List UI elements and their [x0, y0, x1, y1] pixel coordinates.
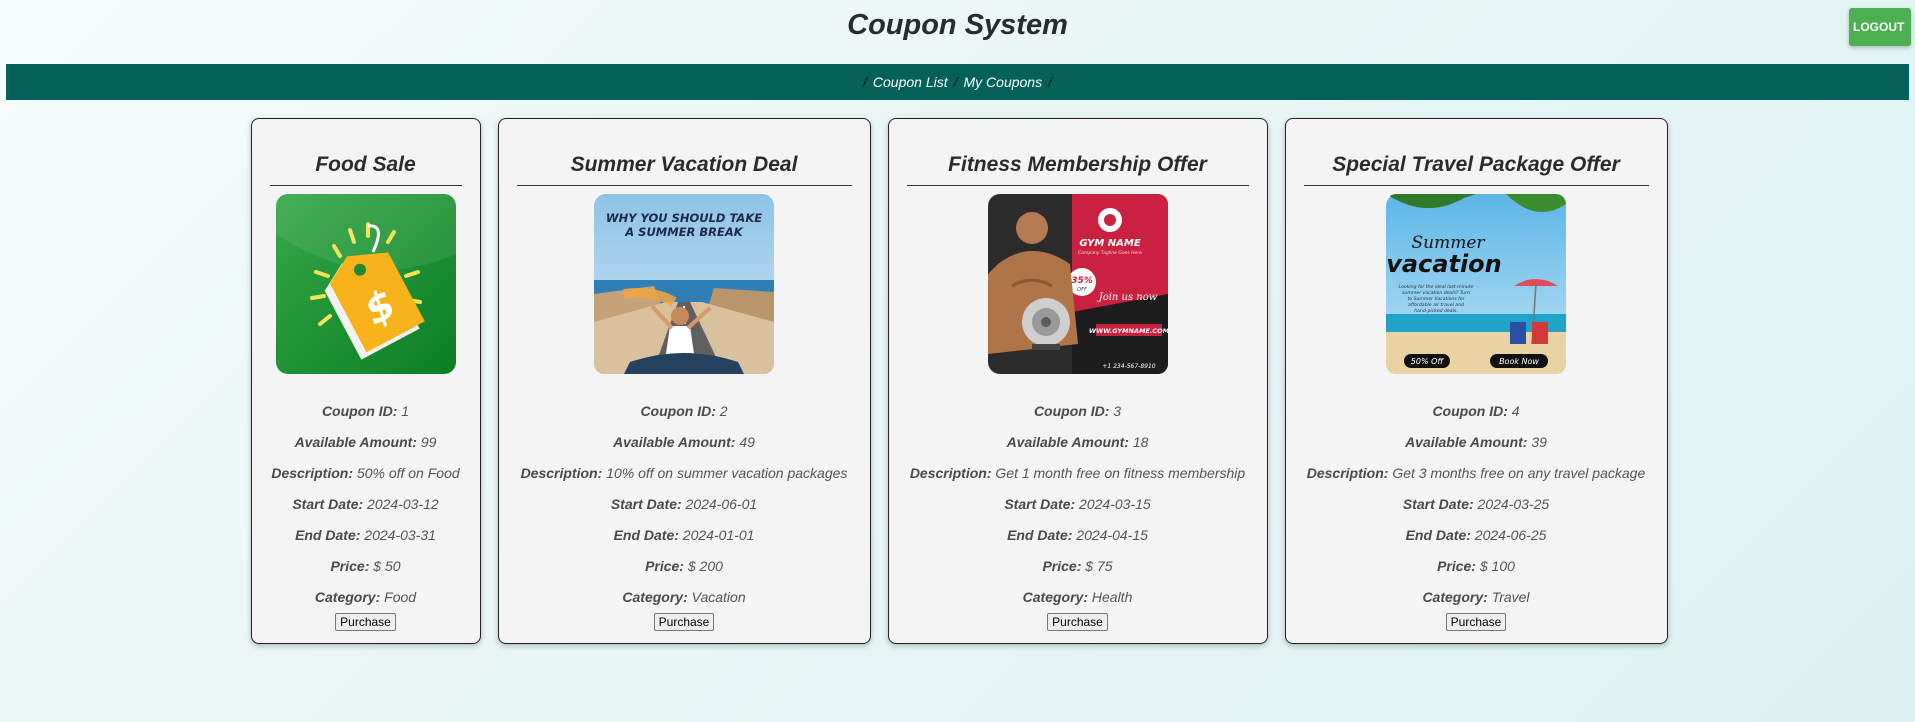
category-value: Health [1091, 589, 1133, 605]
logout-button[interactable]: LOGOUT [1849, 8, 1911, 46]
svg-text:OFF: OFF [1077, 287, 1087, 293]
coupon-card-fitness: Fitness Membership Offer GYM NAME Compan… [887, 118, 1268, 644]
purchase-button[interactable]: Purchase [335, 613, 396, 631]
available-amount-value: 39 [1531, 434, 1547, 450]
nav-separator: / [953, 74, 958, 90]
purchase-button[interactable]: Purchase [1047, 613, 1108, 631]
beach-vacation-flyer: Summer vacation Looking for the ideal la… [1386, 194, 1566, 374]
end-date-value: 2024-04-15 [1076, 527, 1148, 543]
end-date-value: 2024-06-25 [1474, 527, 1547, 543]
svg-text:WWW.GYMNAME.COM: WWW.GYMNAME.COM [1088, 327, 1167, 335]
available-amount-value: 18 [1132, 434, 1149, 450]
nav-link-coupon-list[interactable]: Coupon List [873, 74, 948, 90]
nav-link-my-coupons[interactable]: My Coupons [964, 74, 1043, 90]
svg-text:to Summer Vacations for: to Summer Vacations for [1408, 296, 1466, 302]
svg-text:Join us now: Join us now [1096, 292, 1157, 303]
nav-separator: / [1048, 74, 1052, 90]
price-value: $ 100 [1479, 558, 1515, 574]
start-date-value: 2024-06-01 [685, 496, 758, 512]
svg-text:Looking for the ideal last-min: Looking for the ideal last-minute [1399, 284, 1474, 290]
summer-road-photo: WHY YOU SHOULD TAKE A SUMMER BREAK [594, 194, 774, 374]
category-value: Food [384, 589, 417, 605]
svg-text:GYM NAME: GYM NAME [1079, 238, 1141, 249]
description-value: Get 3 months free on any travel package [1392, 465, 1646, 481]
coupon-list: Food Sale $ Coupon ID: 1 Available Amoun… [0, 118, 1915, 644]
category-value: Vacation [691, 589, 746, 605]
end-date-value: 2024-03-31 [364, 527, 436, 543]
coupon-id-value: 4 [1511, 403, 1520, 419]
navbar: / Coupon List / My Coupons / [6, 64, 1909, 100]
svg-text:hand-picked deals.: hand-picked deals. [1414, 308, 1457, 314]
start-date-value: 2024-03-25 [1477, 496, 1550, 512]
gym-flyer: GYM NAME Company Tagline Goes Here 35% O… [987, 194, 1168, 374]
svg-text:A SUMMER BREAK: A SUMMER BREAK [624, 225, 744, 239]
price-value: $ 75 [1085, 558, 1113, 574]
coupon-id-value: 2 [719, 403, 728, 419]
coupon-title: Fitness Membership Offer [906, 153, 1249, 186]
price-value: $ 200 [687, 558, 723, 574]
coupon-title: Food Sale [269, 153, 462, 186]
end-date-value: 2024-01-01 [682, 527, 755, 543]
svg-text:50% Off: 50% Off [1411, 357, 1445, 366]
svg-text:35%: 35% [1071, 276, 1093, 286]
svg-text:Book Now: Book Now [1499, 357, 1539, 366]
start-date-value: 2024-03-12 [367, 496, 439, 512]
coupon-title: Special Travel Package Offer [1303, 153, 1649, 186]
nav-separator: / [863, 74, 867, 90]
svg-text:vacation: vacation [1386, 250, 1502, 278]
svg-text:affordable air travel and: affordable air travel and [1408, 302, 1464, 308]
price-tag-dollar-icon: $ [275, 194, 456, 374]
purchase-button[interactable]: Purchase [1445, 613, 1507, 631]
coupon-id-value: 1 [401, 403, 410, 419]
coupon-id-value: 3 [1113, 403, 1122, 419]
svg-text:Company Tagline Goes Here: Company Tagline Goes Here [1078, 250, 1142, 256]
start-date-value: 2024-03-15 [1079, 496, 1151, 512]
category-value: Travel [1491, 589, 1530, 605]
description-value: 50% off on Food [356, 465, 460, 481]
description-value: 10% off on summer vacation packages [606, 465, 848, 481]
coupon-title: Summer Vacation Deal [516, 153, 852, 186]
price-value: $ 50 [373, 558, 401, 574]
svg-text:summer vacation deals? Turn: summer vacation deals? Turn [1402, 290, 1470, 296]
purchase-button[interactable]: Purchase [653, 613, 715, 631]
coupon-card-food-sale: Food Sale $ Coupon ID: 1 Available Amoun… [250, 118, 481, 644]
page-title: Coupon System [847, 9, 1068, 41]
coupon-card-travel-package: Special Travel Package Offer Summer vaca… [1284, 118, 1668, 644]
available-amount-value: 99 [420, 434, 437, 450]
description-value: Get 1 month free on fitness membership [995, 465, 1246, 481]
svg-text:+1 234-567-8910: +1 234-567-8910 [1102, 363, 1155, 370]
svg-text:WHY YOU SHOULD TAKE: WHY YOU SHOULD TAKE [606, 211, 762, 225]
coupon-card-summer-vacation: Summer Vacation Deal WHY YOU SHOULD TAKE… [497, 118, 871, 644]
available-amount-value: 49 [739, 434, 755, 450]
header: Coupon System LOGOUT [0, 0, 1915, 64]
